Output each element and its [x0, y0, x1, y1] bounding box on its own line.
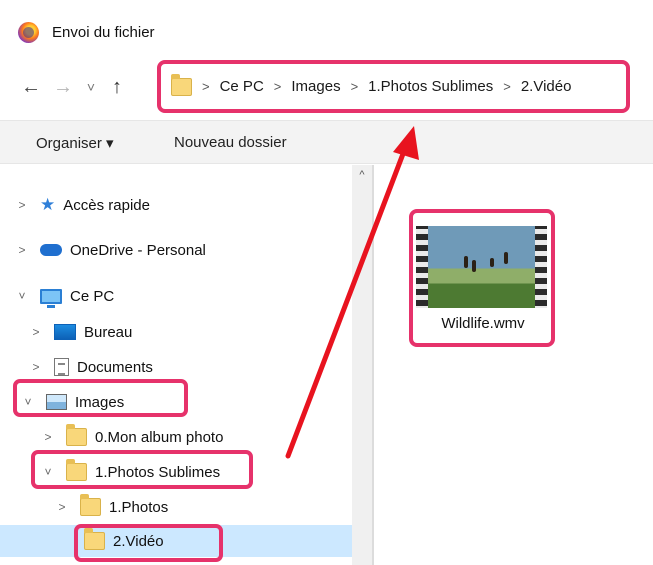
annotation-arrow [285, 126, 419, 459]
